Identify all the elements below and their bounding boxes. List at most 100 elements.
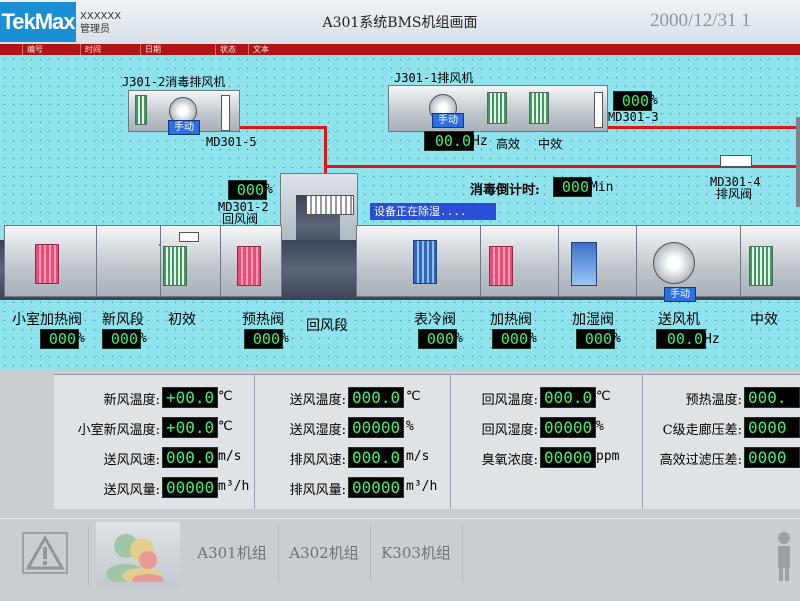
supply-air-temp-unit: ℃ (406, 389, 421, 404)
alarm-col-text: 文本 (248, 44, 800, 55)
fresh-air-section[interactable] (96, 225, 162, 297)
preheat-section[interactable] (220, 225, 282, 297)
alarm-button[interactable] (8, 526, 89, 586)
alarm-col-number: 编号 (22, 44, 80, 55)
supply-fan-frequency[interactable]: 00.0 (656, 329, 706, 349)
room-fresh-air-temp-unit: ℃ (218, 419, 233, 434)
supply-fan-mode-button[interactable]: 手动 (664, 287, 696, 302)
room-fresh-air-temp-value[interactable]: +00.0 (162, 417, 218, 438)
return-damper-icon[interactable] (306, 195, 354, 215)
supply-air-humidity-value[interactable]: 00000 (348, 417, 404, 438)
supply-air-speed-unit: m/s (218, 449, 242, 464)
return-damper-value[interactable]: 000 (228, 180, 267, 200)
supply-air-volume-value[interactable]: 00000 (162, 477, 218, 498)
unit-button-a302[interactable]: A302机组 (278, 524, 371, 582)
alarm-col-status: 状态 (215, 44, 248, 55)
cooling-valve-value[interactable]: 000 (418, 329, 457, 349)
damper-md301-4-icon[interactable] (720, 155, 752, 167)
cooling-section[interactable] (356, 225, 482, 297)
section-label-cooling: 表冷阀 (414, 312, 456, 328)
alarm-table-header[interactable]: 编号 时间 日期 状态 文本 (0, 44, 800, 55)
humidifier-valve-value[interactable]: 000 (576, 329, 615, 349)
preheat-temp-label: 预热温度: (685, 393, 742, 408)
fresh-air-damper-unit: % (139, 331, 147, 346)
user-role: 管理员 (80, 24, 110, 35)
primary-filter-section[interactable] (160, 225, 222, 297)
cooling-coil-icon (413, 240, 437, 284)
person-button[interactable] (772, 530, 796, 582)
warning-triangle-icon (22, 532, 68, 574)
c-corridor-pressure-value[interactable]: 0000 (744, 417, 800, 438)
sensor-readouts-panel: 新风温度: +00.0 ℃ 小室新风温度: +00.0 ℃ 送风风速: 000.… (54, 374, 800, 509)
supply-air-speed-value[interactable]: 000.0 (162, 447, 218, 468)
unit-button-a301[interactable]: A301机组 (186, 524, 279, 582)
damper-md301-3-tag: MD301-3 (608, 110, 659, 124)
room-heating-section[interactable] (4, 225, 98, 297)
humidifier-section[interactable] (558, 225, 638, 297)
medium-filter-icon (529, 92, 549, 124)
return-air-humidity-label: 回风湿度: (481, 423, 538, 438)
damper-md301-5-tag: MD301-5 (206, 135, 257, 149)
hepa-pressure-value[interactable]: 0000 (744, 447, 800, 468)
supply-air-humidity-unit: % (406, 419, 414, 434)
datetime-display: 2000/12/31 1 (650, 10, 751, 31)
exhaust-air-volume-unit: m³/h (406, 479, 438, 494)
return-air-temp-unit: ℃ (596, 389, 611, 404)
exhaust-unit-1-mode-button[interactable]: 手动 (432, 113, 464, 128)
divider (450, 375, 451, 509)
heating-valve-value[interactable]: 000 (492, 329, 531, 349)
process-diagram: J301-2消毒排风机 手动 MD301-5 J301-1排风机 手动 00.0… (0, 55, 800, 370)
user-info[interactable]: XXXXXX 管理员 (80, 10, 128, 40)
heating-valve-unit: % (529, 331, 537, 346)
return-air-temp-value[interactable]: 000.0 (540, 387, 596, 408)
fresh-air-damper-value[interactable]: 000 (102, 329, 141, 349)
exhaust-fan-frequency[interactable]: 00.0 (424, 131, 474, 151)
users-icon (106, 534, 164, 582)
medium-filter-section[interactable] (740, 225, 800, 297)
filter-icon (135, 95, 147, 125)
exhaust-unit-1[interactable] (388, 85, 608, 132)
fresh-air-temp-unit: ℃ (218, 389, 233, 404)
unit-button-k303[interactable]: K303机组 (370, 524, 463, 582)
damper-md301-3-value[interactable]: 000 (613, 91, 652, 111)
section-label-medium-filter: 中效 (750, 312, 778, 328)
return-air-humidity-unit: % (596, 419, 604, 434)
disinfection-countdown-label: 消毒倒计时: (470, 183, 540, 198)
damper-md301-3-unit: % (650, 93, 658, 108)
supply-air-volume-label: 送风风量: (103, 483, 160, 498)
header-bar: TekMax XXXXXX 管理员 A301系统BMS机组画面 2000/12/… (0, 0, 800, 45)
room-heating-valve-value[interactable]: 000 (40, 329, 79, 349)
preheat-coil-icon (237, 246, 261, 286)
exhaust-fan-frequency-unit: Hz (472, 134, 488, 149)
ozone-concentration-unit: ppm (596, 449, 620, 464)
exhaust-air-volume-label: 排风风量: (289, 483, 346, 498)
user-management-button[interactable] (96, 522, 180, 588)
exhaust-air-volume-value[interactable]: 00000 (348, 477, 404, 498)
exhaust-unit-1-name: J301-1排风机 (394, 71, 474, 85)
heating-section[interactable] (480, 225, 560, 297)
hepa-filter-icon (487, 92, 507, 124)
tekmax-logo: TekMax (0, 2, 76, 42)
exhaust-unit-2-mode-button[interactable]: 手动 (168, 120, 200, 135)
section-label-return-air: 回风段 (306, 318, 348, 334)
hepa-filter-label: 高效 (496, 137, 521, 151)
cooling-valve-unit: % (455, 331, 463, 346)
preheat-temp-value[interactable]: 000. (744, 387, 800, 408)
disinfection-countdown-value[interactable]: 000 (553, 177, 592, 197)
return-air-humidity-value[interactable]: 00000 (540, 417, 596, 438)
medium-filter-label: 中效 (538, 137, 563, 151)
supply-air-temp-value[interactable]: 000.0 (348, 387, 404, 408)
medium-filter-icon (749, 246, 773, 286)
supply-fan-frequency-unit: Hz (704, 332, 720, 347)
fresh-air-temp-value[interactable]: +00.0 (162, 387, 218, 408)
ozone-concentration-value[interactable]: 00000 (540, 447, 596, 468)
exhaust-air-speed-value[interactable]: 000.0 (348, 447, 404, 468)
room-heating-valve-unit: % (77, 331, 85, 346)
preheat-valve-value[interactable]: 000 (244, 329, 283, 349)
fresh-air-temp-label: 新风温度: (103, 393, 160, 408)
exhaust-air-speed-unit: m/s (406, 449, 430, 464)
right-edge-duct (796, 117, 800, 207)
return-air-temp-label: 回风温度: (481, 393, 538, 408)
section-label-fresh-air: 新风段 (102, 312, 144, 328)
section-label-primary-filter: 初效 (168, 312, 196, 328)
